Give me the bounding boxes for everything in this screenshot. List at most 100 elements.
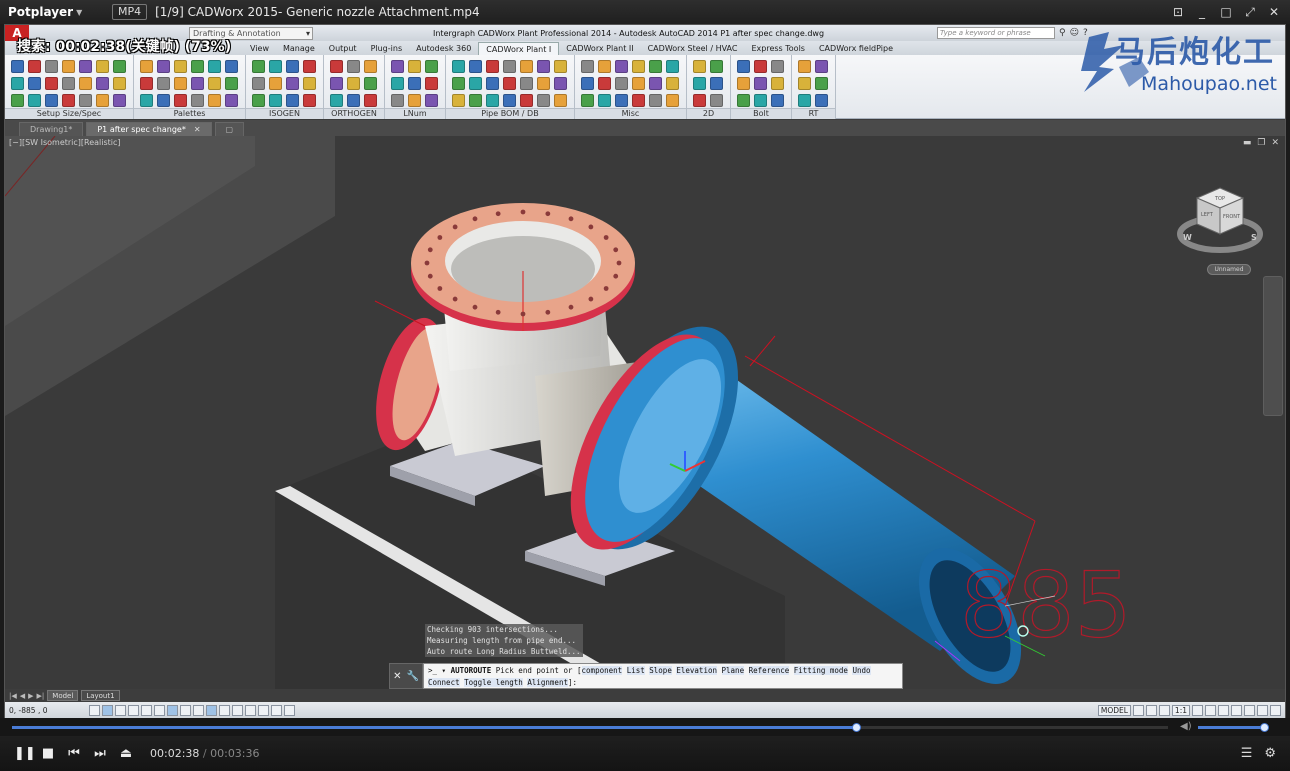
ribbon-tool-icon[interactable] [330, 94, 343, 107]
ribbon-tool-icon[interactable] [174, 77, 187, 90]
ribbon-tool-icon[interactable] [754, 60, 767, 73]
ucs-menu[interactable]: Unnamed [1207, 264, 1251, 275]
ribbon-tool-icon[interactable] [452, 94, 465, 107]
ribbon-tool-icon[interactable] [391, 94, 404, 107]
ribbon-tool-icon[interactable] [815, 77, 828, 90]
ribbon-tool-icon[interactable] [303, 94, 316, 107]
ribbon-tool-icon[interactable] [537, 60, 550, 73]
layout-tab[interactable]: Model [47, 690, 79, 701]
ribbon-tool-icon[interactable] [191, 77, 204, 90]
ribbon-tool-icon[interactable] [615, 77, 628, 90]
ribbon-tool-icon[interactable] [208, 94, 221, 107]
ribbon-tool-icon[interactable] [632, 77, 645, 90]
ribbon-tool-icon[interactable] [815, 94, 828, 107]
playlist-icon[interactable]: ☰ [1241, 746, 1253, 761]
ribbon-tool-icon[interactable] [28, 60, 41, 73]
ribbon-tool-icon[interactable] [486, 94, 499, 107]
ribbon-tool-icon[interactable] [45, 94, 58, 107]
status-tool-button[interactable] [1192, 704, 1203, 716]
navigation-bar[interactable] [1263, 276, 1283, 416]
ribbon-tool-icon[interactable] [771, 77, 784, 90]
binoculars-icon[interactable]: ⚲ [1059, 28, 1066, 38]
status-toggle-button[interactable] [102, 704, 113, 716]
viewport-minimize-icon[interactable]: ▬ [1243, 138, 1252, 148]
ribbon-tool-icon[interactable] [503, 60, 516, 73]
ribbon-tool-icon[interactable] [364, 94, 377, 107]
viewport-controls-label[interactable]: [−][SW Isometric][Realistic] [9, 138, 121, 147]
status-toggle-button[interactable] [115, 704, 126, 716]
ribbon-tool-icon[interactable] [269, 77, 282, 90]
status-toggle-button[interactable] [167, 704, 178, 716]
ribbon-tool-icon[interactable] [737, 94, 750, 107]
ribbon-tool-icon[interactable] [330, 77, 343, 90]
ribbon-tool-icon[interactable] [45, 60, 58, 73]
command-option[interactable]: Elevation [676, 666, 717, 675]
ribbon-tool-icon[interactable] [191, 94, 204, 107]
ribbon-tool-icon[interactable] [286, 77, 299, 90]
ribbon-tool-icon[interactable] [469, 77, 482, 90]
command-option[interactable]: Toggle length [464, 678, 523, 687]
ribbon-tool-icon[interactable] [771, 94, 784, 107]
ribbon-tool-icon[interactable] [157, 60, 170, 73]
ribbon-tab[interactable]: Plug-ins [364, 42, 410, 55]
status-tool-button[interactable] [1244, 704, 1255, 716]
ribbon-tool-icon[interactable] [347, 77, 360, 90]
ribbon-tool-icon[interactable] [452, 60, 465, 73]
ribbon-tool-icon[interactable] [79, 77, 92, 90]
status-toggle-button[interactable] [89, 704, 100, 716]
close-icon[interactable]: ✕ [194, 123, 201, 136]
ribbon-tab[interactable]: View [243, 42, 276, 55]
ribbon-tool-icon[interactable] [79, 94, 92, 107]
ribbon-tab[interactable]: CADWorx Steel / HVAC [641, 42, 745, 55]
ribbon-tool-icon[interactable] [252, 60, 265, 73]
ribbon-tool-icon[interactable] [425, 60, 438, 73]
ribbon-tool-icon[interactable] [737, 60, 750, 73]
status-toggle-button[interactable] [284, 704, 295, 716]
ribbon-tab[interactable]: CADWorx Plant I [478, 42, 560, 55]
ribbon-tool-icon[interactable] [96, 77, 109, 90]
command-option[interactable]: Fitting mode [793, 666, 848, 675]
status-toggle-button[interactable] [128, 704, 139, 716]
ribbon-tool-icon[interactable] [486, 60, 499, 73]
ribbon-tool-icon[interactable] [537, 94, 550, 107]
maximize-icon[interactable]: □ [1218, 5, 1234, 20]
ribbon-tool-icon[interactable] [798, 77, 811, 90]
ribbon-tool-icon[interactable] [649, 94, 662, 107]
ribbon-tool-icon[interactable] [140, 94, 153, 107]
prev-layout-icon[interactable]: ◀ [20, 692, 25, 700]
volume-handle[interactable] [1260, 723, 1270, 732]
model-space-button[interactable]: MODEL [1097, 704, 1131, 716]
ribbon-tool-icon[interactable] [96, 60, 109, 73]
ribbon-tool-icon[interactable] [452, 77, 465, 90]
ribbon-tool-icon[interactable] [269, 94, 282, 107]
close-icon[interactable]: ✕ [1266, 5, 1282, 20]
ribbon-tab[interactable]: Manage [276, 42, 322, 55]
ribbon-tool-icon[interactable] [537, 77, 550, 90]
ribbon-tab[interactable]: Express Tools [744, 42, 812, 55]
ribbon-tool-icon[interactable] [113, 77, 126, 90]
ribbon-tool-icon[interactable] [96, 94, 109, 107]
ribbon-tool-icon[interactable] [693, 94, 706, 107]
ribbon-tool-icon[interactable] [554, 60, 567, 73]
command-prompt-icon[interactable]: >_ ▾ [428, 666, 451, 675]
ribbon-tool-icon[interactable] [666, 60, 679, 73]
pin-icon[interactable]: ⊡ [1170, 5, 1186, 20]
status-tool-button[interactable] [1158, 704, 1170, 716]
annotation-scale[interactable]: 1:1 [1171, 704, 1190, 716]
status-toggle-button[interactable] [271, 704, 282, 716]
document-tab[interactable]: P1 after spec change* ✕ [86, 122, 212, 136]
ribbon-tool-icon[interactable] [303, 77, 316, 90]
status-tool-button[interactable] [1145, 704, 1157, 716]
ribbon-tool-icon[interactable] [113, 60, 126, 73]
viewcube[interactable]: TOP LEFT FRONT W S [1175, 176, 1265, 276]
status-toggle-button[interactable] [180, 704, 191, 716]
ribbon-tool-icon[interactable] [615, 94, 628, 107]
ribbon-tool-icon[interactable] [11, 60, 24, 73]
status-toggle-button[interactable] [258, 704, 269, 716]
seek-bar[interactable] [12, 723, 1168, 732]
ribbon-tab[interactable]: CADWorx fieldPipe [812, 42, 900, 55]
command-option[interactable]: Connect [428, 678, 460, 687]
ribbon-tool-icon[interactable] [737, 77, 750, 90]
last-layout-icon[interactable]: ▶| [37, 692, 45, 700]
previous-button[interactable]: ⏮ [66, 746, 82, 761]
